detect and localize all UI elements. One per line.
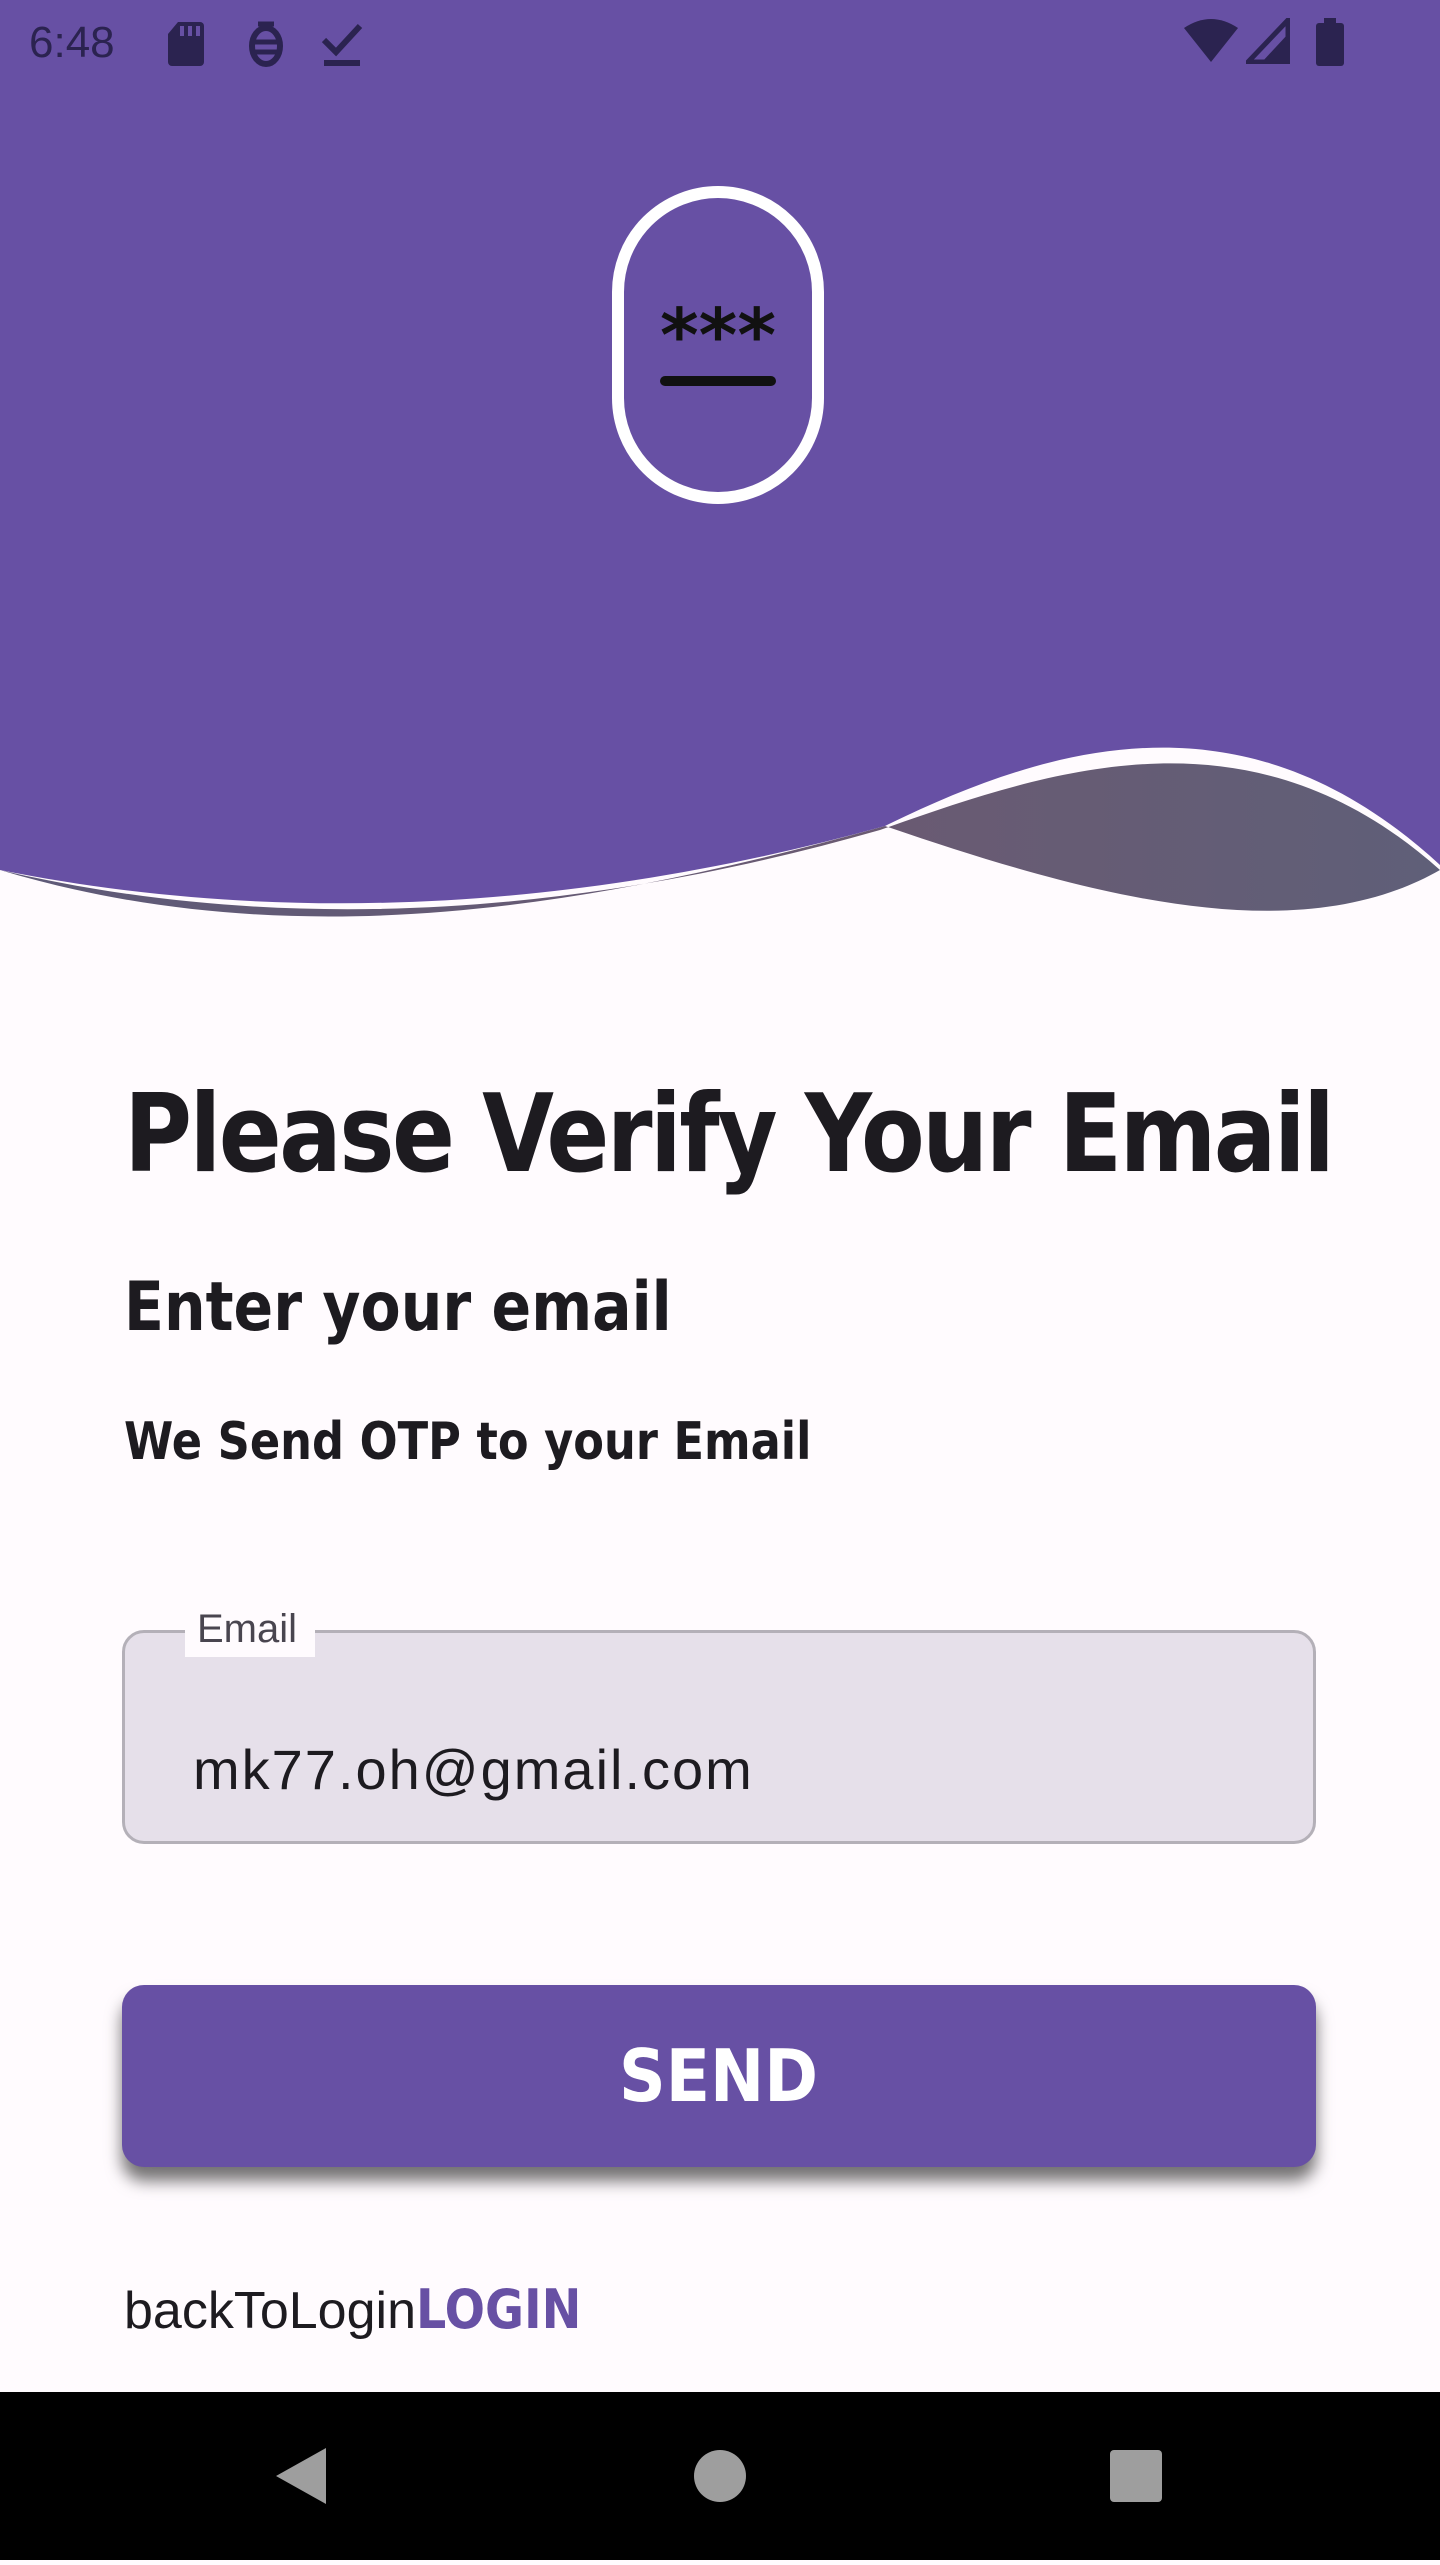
page-description: We Send OTP to your Email: [124, 1412, 812, 1472]
email-input[interactable]: [193, 1737, 1193, 1802]
battery-icon: [1316, 18, 1344, 77]
debug-icon: [244, 18, 288, 79]
back-to-login-text: backToLogin: [124, 2282, 416, 2340]
email-field[interactable]: Email: [122, 1601, 1316, 1844]
send-button-label: SEND: [619, 2034, 819, 2118]
login-link[interactable]: LOGIN: [416, 2278, 581, 2341]
page-subtitle: Enter your email: [124, 1268, 672, 1347]
page-title: Please Verify Your Email: [124, 1072, 1335, 1197]
status-bar: 6:48: [0, 0, 1440, 86]
download-done-icon: [320, 18, 364, 79]
back-icon[interactable]: [200, 2392, 400, 2560]
system-navigation-bar: [0, 2392, 1440, 2560]
wifi-icon: [1184, 18, 1238, 75]
recents-icon[interactable]: [1036, 2392, 1236, 2560]
home-icon[interactable]: [620, 2392, 820, 2560]
cell-signal-icon: [1242, 13, 1291, 75]
logo-asterisks: ***: [660, 293, 776, 379]
email-field-label: Email: [185, 1601, 316, 1657]
sd-card-icon: [166, 18, 206, 79]
status-time: 6:48: [29, 18, 115, 67]
password-otp-icon: ***: [612, 186, 824, 504]
send-button[interactable]: SEND: [122, 1985, 1316, 2167]
back-to-login-row: backToLoginLOGIN: [124, 2278, 604, 2341]
